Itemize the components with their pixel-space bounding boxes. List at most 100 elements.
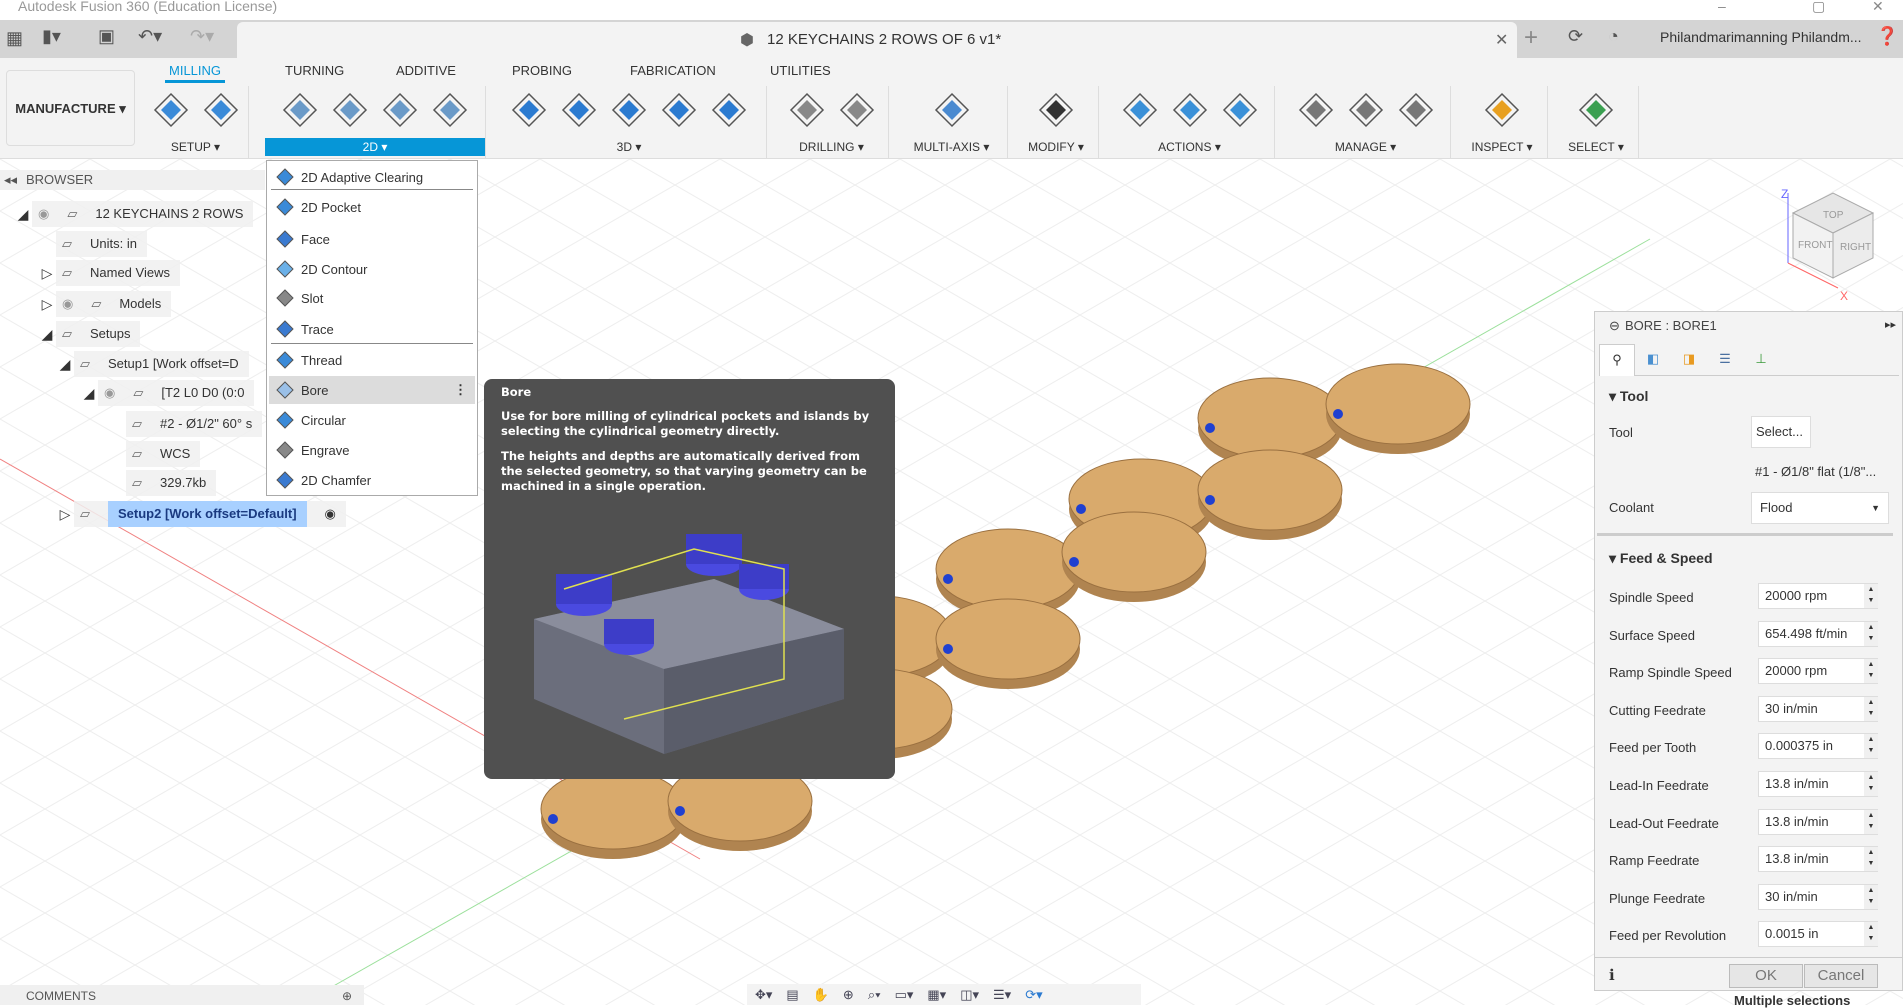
close-window-button[interactable]: ✕	[1872, 0, 1884, 13]
look-at-icon[interactable]: ▤	[786, 987, 798, 1003]
menu-item-2d-adaptive-clearing[interactable]: 2D Adaptive Clearing	[269, 163, 475, 191]
scissors-icon[interactable]	[1036, 90, 1076, 130]
spinner-icon[interactable]: ▲ ▼	[1864, 621, 1878, 646]
expand-toggle-icon[interactable]: ▷	[38, 291, 56, 317]
bore-hole[interactable]	[1076, 504, 1086, 514]
expand-toggle-icon[interactable]: ◢	[56, 351, 74, 377]
task-manager-icon[interactable]	[1396, 90, 1436, 130]
browser-item[interactable]: ◢ ◉ ▱ 12 KEYCHAINS 2 ROWS	[14, 201, 254, 227]
bore-hole[interactable]	[1205, 423, 1215, 433]
view-cube[interactable]: TOP FRONT RIGHT Z X	[1778, 188, 1878, 303]
ribbon-group-label[interactable]: MANAGE ▾	[1281, 138, 1450, 156]
visibility-eye-icon[interactable]: ◉	[62, 291, 73, 317]
extensions-icon[interactable]: ⟳	[1568, 26, 1583, 47]
field-input[interactable]: 13.8 in/min ▲ ▼	[1758, 808, 1878, 835]
machine-library-icon[interactable]	[1346, 90, 1386, 130]
keychain[interactable]	[935, 528, 1081, 610]
field-input[interactable]: 20000 rpm ▲ ▼	[1758, 583, 1878, 609]
spinner-icon[interactable]: ▲ ▼	[1864, 847, 1878, 872]
display-settings-icon[interactable]: ▭▾	[895, 987, 914, 1003]
engrave-icon[interactable]	[430, 90, 470, 130]
tab-turning[interactable]: TURNING	[285, 63, 344, 78]
more-options-icon[interactable]: ⋮	[454, 382, 467, 398]
spinner-icon[interactable]: ▲ ▼	[1864, 659, 1878, 684]
select-icon[interactable]	[1576, 90, 1616, 130]
2d-contour-icon[interactable]	[380, 90, 420, 130]
new-folder-icon[interactable]	[151, 90, 191, 130]
visibility-eye-icon[interactable]: ◉	[38, 201, 49, 227]
menu-item-2d-contour[interactable]: 2D Contour	[269, 255, 475, 283]
keychain[interactable]	[1197, 449, 1343, 531]
tab-fabrication[interactable]: FABRICATION	[630, 63, 716, 78]
effects-icon[interactable]: ☰▾	[993, 987, 1011, 1003]
spinner-icon[interactable]: ▲ ▼	[1864, 809, 1878, 834]
bore-hole[interactable]	[943, 574, 953, 584]
tab-milling[interactable]: MILLING	[165, 63, 226, 83]
feed-speed-section-header[interactable]: ▾ Feed & Speed	[1609, 550, 1713, 567]
document-tab[interactable]: ⬢ 12 KEYCHAINS 2 ROWS OF 6 v1* ✕	[237, 22, 1517, 58]
close-tab-icon[interactable]: ✕	[1495, 30, 1508, 50]
expand-toggle-icon[interactable]: ◢	[38, 321, 56, 347]
keychain[interactable]	[540, 768, 686, 850]
spinner-icon[interactable]: ▲ ▼	[1864, 772, 1878, 796]
swarf-icon[interactable]	[932, 90, 972, 130]
help-icon[interactable]: ❓	[1876, 26, 1898, 47]
collapse-browser-icon[interactable]: ◂◂	[4, 170, 17, 190]
nc-program-icon[interactable]	[201, 90, 241, 130]
field-input[interactable]: 30 in/min ▲ ▼	[1758, 883, 1878, 910]
bore-hole[interactable]	[1205, 495, 1215, 505]
workspace-switcher[interactable]: MANUFACTURE ▾	[6, 70, 135, 146]
expand-dialog-icon[interactable]: ▸▸	[1885, 318, 1896, 331]
activate-setup-icon[interactable]: ◉	[325, 501, 336, 527]
undo-icon[interactable]: ↶▾	[138, 26, 162, 47]
contour-3d-icon[interactable]	[659, 90, 699, 130]
comments-bar[interactable]: COMMENTS ⊕	[0, 985, 364, 1005]
dialog-collapse-icon[interactable]: ⊖	[1609, 318, 1620, 334]
user-account[interactable]: Philandmarimanning Philandm...	[1660, 29, 1862, 45]
field-input[interactable]: 13.8 in/min ▲ ▼	[1758, 846, 1878, 873]
cancel-button[interactable]: Cancel	[1804, 964, 1878, 988]
ribbon-group-label[interactable]: 2D ▾	[265, 138, 485, 156]
spinner-icon[interactable]: ▲ ▼	[1864, 584, 1878, 608]
refresh-icon[interactable]: ⟳▾	[1025, 987, 1042, 1003]
viewcube-front[interactable]: FRONT	[1798, 240, 1832, 251]
bore-hole[interactable]	[1069, 557, 1079, 567]
bore-hole[interactable]	[548, 814, 558, 824]
ok-button[interactable]: OK	[1729, 964, 1803, 988]
bore-hole[interactable]	[1333, 409, 1343, 419]
tab-linking-icon[interactable]: ⊥	[1743, 344, 1779, 375]
simulate-icon[interactable]	[1120, 90, 1160, 130]
measure-icon[interactable]	[1482, 90, 1522, 130]
hole-recognition-icon[interactable]	[837, 90, 877, 130]
save-icon[interactable]: ▣	[98, 26, 115, 47]
browser-item[interactable]: ▱ #2 - Ø1/2" 60° s	[126, 411, 263, 437]
menu-item-face[interactable]: Face	[269, 225, 475, 253]
zoom-icon[interactable]: ⊕	[843, 987, 854, 1003]
spinner-icon[interactable]: ▲ ▼	[1864, 696, 1878, 721]
3d-pocket-icon[interactable]	[559, 90, 599, 130]
browser-item[interactable]: ▱ Units: in	[56, 231, 147, 257]
menu-item-thread[interactable]: Thread	[269, 346, 475, 374]
field-input[interactable]: 13.8 in/min ▲ ▼	[1758, 771, 1878, 797]
maximize-button[interactable]: ▢	[1812, 0, 1825, 13]
tab-heights-icon[interactable]: ◨	[1671, 344, 1707, 375]
field-input[interactable]: 20000 rpm ▲ ▼	[1758, 658, 1878, 685]
menu-item-circular[interactable]: Circular	[269, 406, 475, 434]
apps-grid-icon[interactable]: ▦	[6, 28, 23, 49]
spinner-icon[interactable]: ▲ ▼	[1864, 884, 1878, 909]
viewports-icon[interactable]: ◫▾	[960, 987, 979, 1003]
tool-section-header[interactable]: ▾ Tool	[1609, 388, 1648, 405]
tab-probing[interactable]: PROBING	[512, 63, 572, 78]
file-menu-icon[interactable]: ▮▾	[42, 26, 61, 47]
orbit-icon[interactable]: ✥▾	[755, 987, 772, 1003]
browser-item[interactable]: ▱ 329.7kb	[126, 470, 217, 496]
menu-item-2d-chamfer[interactable]: 2D Chamfer	[269, 466, 475, 494]
keychain[interactable]	[1197, 377, 1343, 459]
menu-item-slot[interactable]: Slot	[269, 284, 475, 312]
browser-item[interactable]: ▷ ▱ Setup2 [Work offset=Default] ◉	[56, 501, 346, 527]
browser-item[interactable]: ◢ ▱ Setups	[38, 321, 141, 347]
coolant-select[interactable]: Flood ▼	[1751, 492, 1889, 524]
expand-toggle-icon[interactable]: ▷	[56, 501, 74, 527]
bore-hole[interactable]	[943, 644, 953, 654]
menu-item-engrave[interactable]: Engrave	[269, 436, 475, 464]
